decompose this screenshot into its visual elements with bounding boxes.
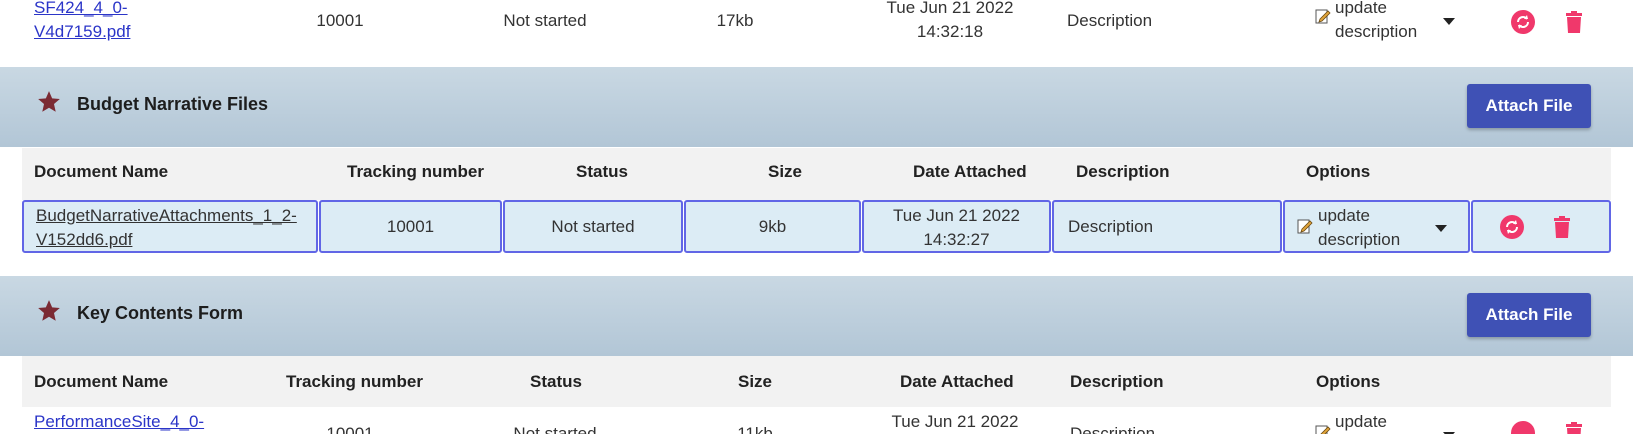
tracking-number: 10001: [386, 217, 435, 236]
document-link-line1: SF424_4_0-: [34, 0, 128, 17]
status: Not started: [503, 11, 587, 30]
cell-document-name: BudgetNarrativeAttachments_1_2- V152dd6.…: [22, 200, 318, 253]
table-row: BudgetNarrativeAttachments_1_2- V152dd6.…: [22, 200, 1611, 253]
col-size: Size: [768, 162, 803, 181]
col-date-attached: Date Attached: [913, 162, 1027, 181]
refresh-icon[interactable]: [1510, 420, 1536, 434]
cell-options[interactable]: update description: [1283, 200, 1470, 253]
attach-file-button[interactable]: Attach File: [1467, 84, 1591, 128]
options-dropdown[interactable]: update description: [1318, 204, 1400, 252]
col-options: Options: [1316, 372, 1381, 391]
document-link-line2: V4d7159.pdf: [34, 22, 131, 41]
edit-icon: [1315, 425, 1331, 434]
cell-tracking-number: 10001: [319, 200, 502, 253]
document-link[interactable]: PerformanceSite_4_0-: [34, 410, 204, 434]
description: Description: [1067, 11, 1153, 30]
section-budget-narrative: Budget Narrative Files Attach File: [0, 67, 1633, 147]
option-line1: update: [1335, 0, 1387, 17]
document-link[interactable]: BudgetNarrativeAttachments_1_2- V152dd6.…: [36, 204, 297, 252]
col-size: Size: [738, 372, 773, 391]
date-line1: Tue Jun 21 2022: [886, 0, 1014, 17]
edit-icon: [1297, 219, 1313, 234]
section-title: Budget Narrative Files: [77, 94, 269, 114]
edit-icon: [1315, 9, 1331, 24]
trash-icon[interactable]: [1549, 214, 1575, 240]
col-document-name: Document Name: [34, 162, 169, 181]
star-icon: [38, 300, 60, 321]
col-date-attached: Date Attached: [900, 372, 1014, 391]
col-tracking-number: Tracking number: [347, 162, 484, 181]
status: Not started: [551, 217, 635, 236]
size: 17kb: [716, 11, 754, 30]
date-attached: Tue Jun 21 2022 14:32:18: [870, 0, 1030, 44]
option-line2: description: [1318, 230, 1401, 249]
col-document-name: Document Name: [34, 372, 169, 391]
col-description: Description: [1076, 162, 1170, 181]
description: Description: [1068, 217, 1154, 236]
document-link[interactable]: SF424_4_0- V4d7159.pdf: [34, 0, 130, 44]
trash-icon[interactable]: [1561, 420, 1587, 434]
tracking-number: 10001: [316, 11, 364, 30]
section-key-contents: Key Contents Form Attach File: [0, 276, 1633, 356]
date-line2: 14:32:27: [923, 230, 990, 249]
date-attached: Tue Jun 21 2022 14:32:27: [864, 204, 1049, 252]
section-title: Key Contents Form: [77, 303, 244, 323]
col-description: Description: [1070, 372, 1164, 391]
cell-description: Description: [1052, 200, 1282, 253]
document-link-line1: BudgetNarrativeAttachments_1_2-: [36, 206, 297, 225]
date-line2: 14:32:18: [916, 22, 984, 41]
star-icon: [38, 91, 60, 112]
size: 11kb: [737, 424, 773, 434]
table-header: Document Name Tracking number Status Siz…: [22, 356, 1611, 407]
refresh-icon[interactable]: [1499, 214, 1525, 240]
option-line1: update: [1318, 206, 1370, 225]
caret-down-icon: [1443, 18, 1455, 25]
cell-date-attached: Tue Jun 21 2022 14:32:27: [862, 200, 1051, 253]
options-dropdown[interactable]: update: [1335, 410, 1387, 434]
col-status: Status: [576, 162, 628, 181]
col-status: Status: [530, 372, 582, 391]
tracking-number: 10001: [326, 424, 374, 434]
document-link-line2: V152dd6.pdf: [36, 230, 133, 249]
col-options: Options: [1306, 162, 1371, 181]
date-line1: Tue Jun 21 2022: [893, 206, 1020, 225]
size: 9kb: [758, 217, 787, 236]
option-line2: description: [1335, 22, 1418, 41]
file-row-sf424: SF424_4_0- V4d7159.pdf 10001 Not started…: [0, 0, 1633, 66]
table-header: Document Name Tracking number Status Siz…: [22, 148, 1611, 200]
attach-file-button[interactable]: Attach File: [1467, 293, 1591, 337]
cell-actions: [1471, 200, 1611, 253]
status: Not started: [513, 424, 597, 434]
refresh-icon[interactable]: [1510, 9, 1536, 35]
trash-icon[interactable]: [1561, 9, 1587, 35]
table-row: PerformanceSite_4_0- 10001 Not started 1…: [0, 408, 1633, 434]
options-dropdown[interactable]: update description: [1315, 0, 1465, 44]
cell-size: 9kb: [684, 200, 861, 253]
description: Description: [1070, 424, 1156, 434]
col-tracking-number: Tracking number: [286, 372, 423, 391]
date-attached: Tue Jun 21 2022: [891, 412, 1019, 431]
cell-status: Not started: [503, 200, 683, 253]
caret-down-icon: [1435, 225, 1447, 232]
